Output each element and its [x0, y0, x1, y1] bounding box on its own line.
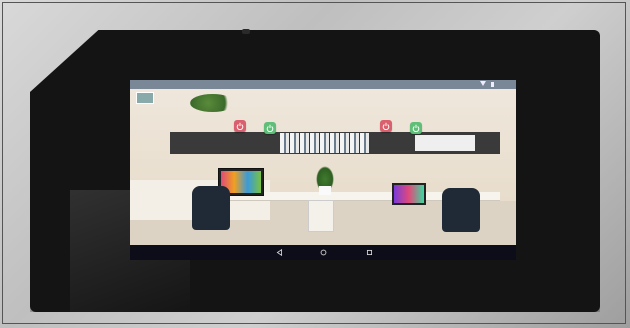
shelf-cabinet [415, 135, 475, 151]
power-icon [412, 124, 420, 132]
desk-plant [316, 166, 334, 188]
office-chair-right [442, 188, 480, 232]
back-icon[interactable] [276, 249, 283, 256]
camera-lens [242, 29, 250, 34]
room-thumbnail[interactable] [136, 92, 154, 104]
power-icon [236, 122, 244, 130]
hanging-plant [190, 94, 235, 112]
android-status-bar [130, 80, 516, 89]
recents-icon[interactable] [366, 249, 373, 256]
wifi-icon [480, 81, 486, 86]
battery-icon [491, 82, 494, 87]
home-icon[interactable] [320, 249, 327, 256]
light-1-off-button[interactable] [234, 120, 246, 132]
light-2-on-button[interactable] [410, 122, 422, 134]
tablet-screen [130, 80, 516, 260]
light-2-off-button[interactable] [380, 120, 392, 132]
power-icon [382, 122, 390, 130]
light-1-on-button[interactable] [264, 122, 276, 134]
plant-pot [319, 186, 331, 195]
desk-drawers [308, 200, 334, 232]
android-nav-bar [130, 245, 516, 260]
office-chair-left [192, 186, 230, 230]
shelf-books [280, 133, 370, 153]
power-icon [266, 124, 274, 132]
monitor-right [392, 183, 426, 205]
